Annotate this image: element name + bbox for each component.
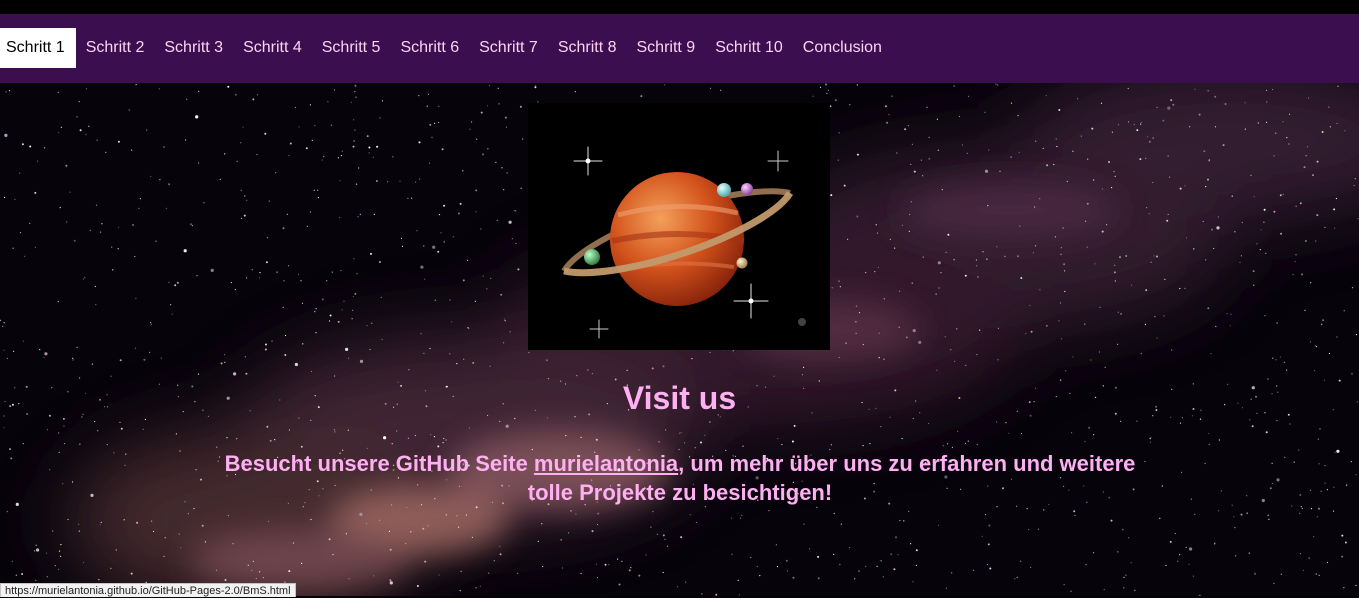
nav-item-schritt-9[interactable]: Schritt 9 [627, 28, 706, 68]
browser-status-bar: https://murielantonia.github.io/GitHub-P… [0, 583, 296, 597]
ringed-planet-image [528, 103, 830, 350]
github-profile-link[interactable]: murielantonia [534, 451, 678, 476]
nav-item-schritt-6[interactable]: Schritt 6 [390, 28, 469, 68]
nav-item-schritt-10[interactable]: Schritt 10 [705, 28, 793, 68]
nav-item-conclusion[interactable]: Conclusion [793, 28, 892, 68]
nav-item-schritt-7[interactable]: Schritt 7 [469, 28, 548, 68]
navigation-bar: Schritt 1 Schritt 2 Schritt 3 Schritt 4 … [0, 14, 1359, 83]
nav-list: Schritt 1 Schritt 2 Schritt 3 Schritt 4 … [0, 14, 1359, 83]
page-heading: Visit us [622, 380, 737, 416]
nav-item-schritt-4[interactable]: Schritt 4 [233, 28, 312, 68]
nav-item-schritt-2[interactable]: Schritt 2 [76, 28, 155, 68]
status-url: https://murielantonia.github.io/GitHub-P… [5, 585, 291, 597]
nav-item-schritt-8[interactable]: Schritt 8 [548, 28, 627, 68]
nav-item-schritt-3[interactable]: Schritt 3 [154, 28, 233, 68]
planet-illustration [528, 103, 830, 350]
intro-paragraph: Besucht unsere GitHub Seite murielantoni… [215, 449, 1145, 507]
nav-item-schritt-5[interactable]: Schritt 5 [312, 28, 391, 68]
nav-item-schritt-1[interactable]: Schritt 1 [0, 28, 76, 68]
paragraph-text-start: Besucht unsere GitHub Seite [224, 451, 534, 476]
browser-top-edge [0, 0, 1359, 14]
